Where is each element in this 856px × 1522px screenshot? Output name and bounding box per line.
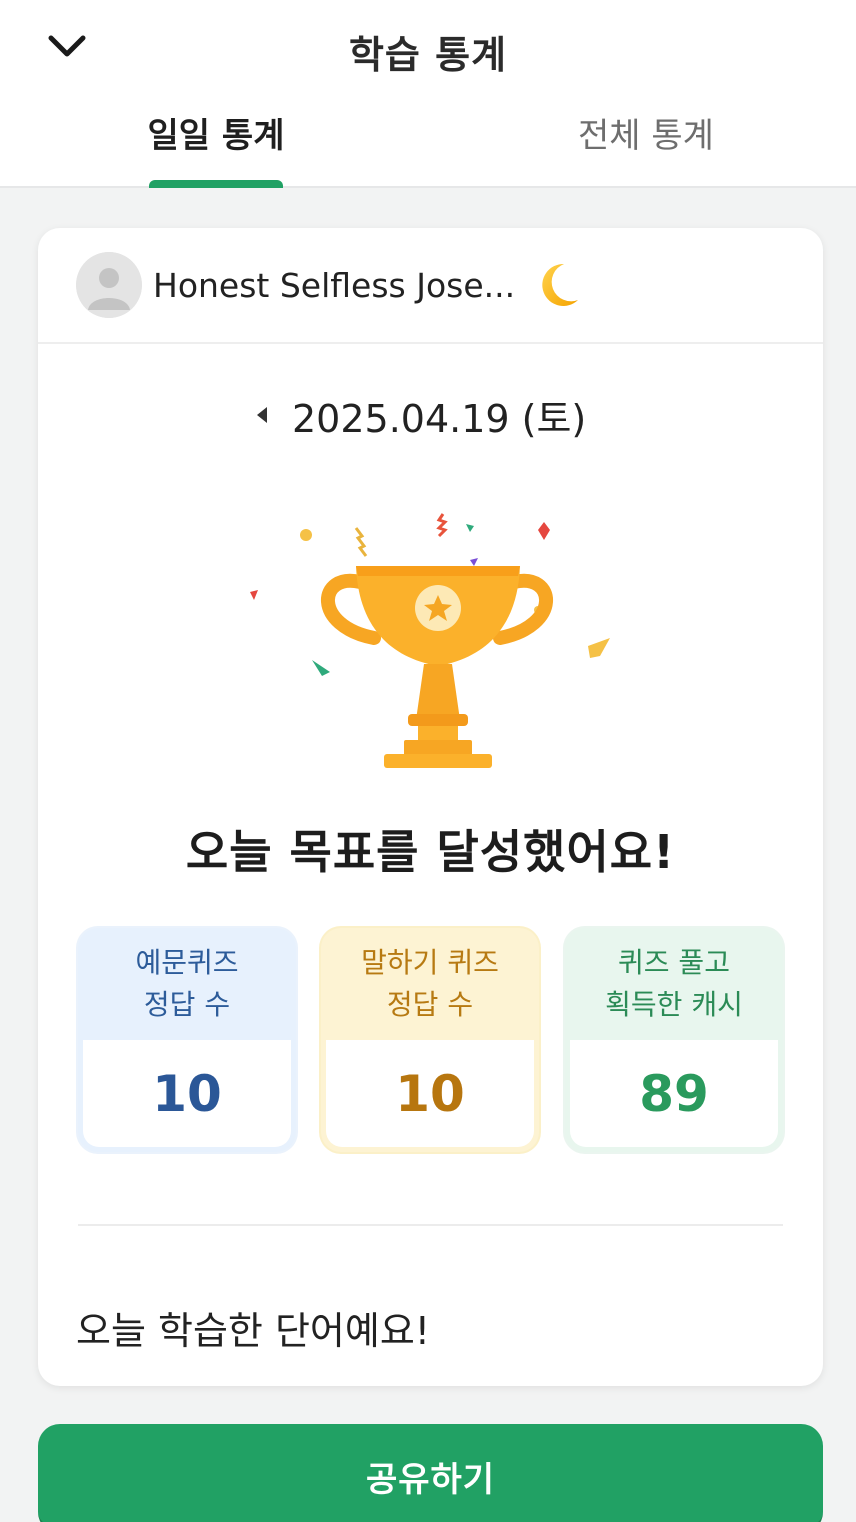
stat-value: 10 — [326, 1040, 534, 1147]
stat-value: 89 — [570, 1040, 778, 1147]
app-root: 학습 통계 일일 통계 전체 통계 Honest Selfless Jose..… — [0, 0, 856, 1522]
goal-achieved-message: 오늘 목표를 달성했어요! — [185, 825, 676, 879]
stat-label-line1: 퀴즈 풀고 — [618, 946, 730, 979]
stat-speaking-quiz: 말하기 퀴즈 정답 수 10 — [321, 928, 539, 1152]
stat-example-quiz: 예문퀴즈 정답 수 10 — [78, 928, 296, 1152]
stat-label: 예문퀴즈 정답 수 — [78, 928, 296, 1040]
moon-icon — [534, 260, 584, 310]
tab-daily-stats[interactable]: 일일 통계 — [66, 108, 366, 188]
stat-label-line2: 정답 수 — [386, 988, 474, 1021]
stat-value: 10 — [83, 1040, 291, 1147]
profile-row: Honest Selfless Jose... — [38, 228, 823, 344]
learned-words-title: 오늘 학습한 단어예요! — [76, 1309, 431, 1353]
stat-earned-cash: 퀴즈 풀고 획득한 캐시 89 — [565, 928, 783, 1152]
stat-label: 말하기 퀴즈 정답 수 — [321, 928, 539, 1040]
trophy-icon — [238, 508, 628, 778]
caret-left-icon[interactable] — [250, 400, 274, 430]
tab-total-stats[interactable]: 전체 통계 — [496, 108, 796, 188]
date-navigator: 2025.04.19 (토) — [38, 388, 823, 448]
share-button[interactable]: 공유하기 — [38, 1424, 823, 1522]
date-label: 2025.04.19 (토) — [292, 397, 587, 441]
tab-label: 일일 통계 — [147, 116, 285, 156]
stat-label-line1: 예문퀴즈 — [135, 946, 239, 979]
divider — [78, 1224, 783, 1226]
tab-label: 전체 통계 — [578, 116, 714, 156]
stat-label-line2: 획득한 캐시 — [605, 988, 743, 1021]
avatar — [76, 252, 142, 318]
stat-label-line2: 정답 수 — [143, 988, 231, 1021]
daily-stats-card: Honest Selfless Jose... 2025.04.19 (토) 오… — [38, 228, 823, 1386]
stat-label-line1: 말하기 퀴즈 — [361, 946, 499, 979]
active-tab-indicator — [149, 180, 283, 188]
page-title: 학습 통계 — [348, 33, 508, 77]
header: 학습 통계 일일 통계 전체 통계 — [0, 0, 856, 188]
username: Honest Selfless Jose... — [153, 266, 516, 305]
stat-label: 퀴즈 풀고 획득한 캐시 — [565, 928, 783, 1040]
